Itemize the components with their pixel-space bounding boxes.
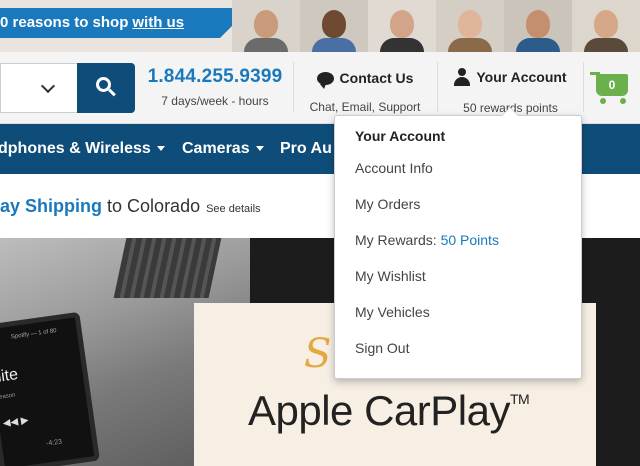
playback-controls-icon: ◀◀ ▶	[2, 414, 30, 430]
menu-item-my-vehicles[interactable]: My Vehicles	[355, 304, 430, 320]
site-header: 1.844.255.9399 7 days/week - hours Conta…	[0, 52, 640, 124]
menu-item-my-orders[interactable]: My Orders	[355, 196, 420, 212]
trademark-mark: TM	[509, 391, 530, 407]
contact-us-sub: Chat, Email, Support	[309, 99, 421, 114]
rewards-points-value: 50 Points	[440, 232, 499, 248]
divider	[293, 62, 294, 112]
banner-ribbon[interactable]: 0 reasons to shop with us	[0, 8, 250, 38]
cart-button[interactable]: 0	[588, 70, 640, 110]
car-screen: Spotify — 1 of 80 hite eason ◀◀ ▶ -4:23	[0, 311, 100, 466]
banner-photo	[572, 0, 640, 52]
divider	[583, 62, 584, 112]
banner-photos	[232, 0, 640, 52]
banner-text: 0 reasons to shop	[0, 14, 129, 31]
shipping-destination: to Colorado	[107, 196, 201, 216]
nav-item-headphones[interactable]: dphones & Wireless	[0, 124, 165, 174]
search-category-select[interactable]	[0, 63, 77, 113]
banner-photo	[436, 0, 504, 52]
divider	[437, 62, 438, 112]
search-button[interactable]	[77, 63, 135, 113]
your-account-label: Your Account	[476, 69, 567, 85]
promo-banner[interactable]: 0 reasons to shop with us	[0, 0, 640, 52]
contact-us-menu[interactable]: Contact Us Chat, Email, Support	[300, 70, 430, 114]
promo-headline: Apple CarPlayTM	[248, 387, 530, 434]
menu-item-my-rewards[interactable]: My Rewards: 50 Points	[355, 232, 499, 248]
user-icon	[454, 68, 471, 86]
banner-link[interactable]: with us	[132, 14, 184, 31]
menu-item-account-info[interactable]: Account Info	[355, 160, 433, 176]
banner-photo	[504, 0, 572, 52]
cart-icon: 0	[596, 74, 628, 96]
menu-item-sign-out[interactable]: Sign Out	[355, 340, 409, 356]
caret-down-icon	[156, 146, 165, 152]
chat-bubble-icon	[316, 71, 334, 89]
phone-contact[interactable]: 1.844.255.9399 7 days/week - hours	[145, 66, 285, 108]
caret-down-icon	[255, 146, 264, 152]
chevron-down-icon	[40, 78, 56, 94]
banner-photo	[300, 0, 368, 52]
nav-item-pro-audio[interactable]: Pro Au	[280, 124, 332, 174]
shipping-strong: ay Shipping	[0, 196, 103, 216]
phone-number[interactable]: 1.844.255.9399	[145, 66, 285, 88]
account-dropdown: Your Account Account Info My Orders My R…	[334, 107, 582, 379]
dropdown-title: Your Account	[355, 128, 446, 144]
shipping-notice: ay Shipping to Colorado See details	[0, 196, 261, 217]
contact-us-label: Contact Us	[339, 70, 414, 86]
banner-photo	[232, 0, 300, 52]
see-details-link[interactable]: See details	[206, 203, 260, 215]
nav-item-cameras[interactable]: Cameras	[182, 124, 264, 174]
cart-count: 0	[608, 78, 616, 92]
menu-item-my-wishlist[interactable]: My Wishlist	[355, 268, 426, 284]
phone-hours: 7 days/week - hours	[161, 94, 269, 108]
banner-photo	[368, 0, 436, 52]
